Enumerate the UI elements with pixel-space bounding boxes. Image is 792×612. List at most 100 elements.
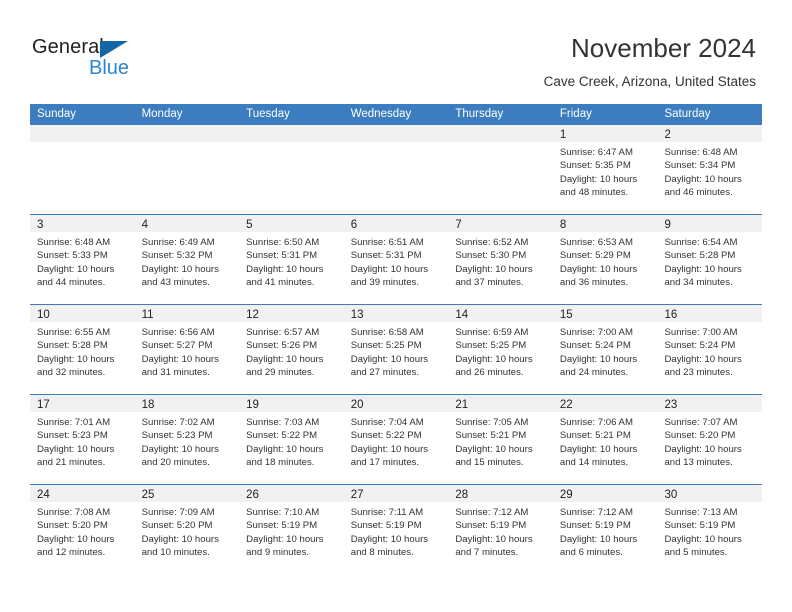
day-detail-line: Sunset: 5:22 PM [350,430,422,442]
day-detail-line: Sunrise: 7:10 AM [246,507,320,518]
day-detail-line: Daylight: 10 hours [559,533,638,545]
calendar-week-row: 1 Sunrise: 6:47 AM Sunset: 5:35 PM Daylight… [30,125,763,215]
day-details: Sunrise: 6:58 AM Sunset: 5:25 PM Daylight:… [344,322,449,380]
day-details: Sunrise: 6:52 AM Sunset: 5:30 PM Daylight:… [448,232,553,290]
day-detail-line: Sunset: 5:30 PM [455,250,527,262]
day-detail-line: Sunrise: 6:53 AM [559,237,633,248]
day-detail-line: Sunset: 5:25 PM [350,340,422,352]
day-number: 14 [455,309,469,321]
calendar-day-cell[interactable]: 13 Sunrise: 6:58 AM Sunset: 5:25 PM Dayligh… [343,305,449,394]
day-details: Sunrise: 6:53 AM Sunset: 5:29 PM Daylight:… [553,232,658,290]
calendar-day-cell[interactable]: 23 Sunrise: 7:07 AM Sunset: 5:20 PM Dayligh… [657,395,763,484]
calendar-cell-empty [448,125,553,214]
day-number-band: 18 [134,395,240,412]
calendar-day-cell[interactable]: 24 Sunrise: 7:08 AM Sunset: 5:20 PM Dayligh… [30,485,135,575]
day-detail-line: Daylight: 10 hours [246,263,324,275]
calendar-day-cell[interactable]: 5 Sunrise: 6:50 AM Sunset: 5:31 PM Daylight… [239,215,344,304]
day-number-band: 25 [134,485,240,502]
calendar-day-cell[interactable]: 8 Sunrise: 6:53 AM Sunset: 5:29 PM Daylight… [552,215,658,304]
day-detail-line: and 10 minutes. [141,547,210,559]
calendar-day-cell[interactable]: 11 Sunrise: 6:56 AM Sunset: 5:27 PM Dayligh… [134,305,240,394]
day-detail-line: Sunrise: 7:02 AM [141,417,215,428]
day-number-band: 6 [343,215,449,232]
calendar-cell-empty [343,125,449,214]
calendar-day-cell[interactable]: 12 Sunrise: 6:57 AM Sunset: 5:26 PM Dayligh… [239,305,344,394]
day-detail-line: Sunrise: 7:05 AM [455,417,529,428]
calendar-day-cell[interactable]: 25 Sunrise: 7:09 AM Sunset: 5:20 PM Dayligh… [134,485,240,575]
calendar-day-cell[interactable]: 3 Sunrise: 6:48 AM Sunset: 5:33 PM Daylight… [30,215,135,304]
day-detail-line: Sunrise: 7:12 AM [455,507,529,518]
day-number-band: 10 [30,305,135,322]
day-detail-line: Daylight: 10 hours [37,263,115,275]
logo-text-general: General [32,36,104,58]
calendar-day-cell[interactable]: 28 Sunrise: 7:12 AM Sunset: 5:19 PM Dayligh… [448,485,553,575]
day-of-week-thursday: Thursday [455,108,504,120]
calendar-day-cell[interactable]: 21 Sunrise: 7:05 AM Sunset: 5:21 PM Dayligh… [448,395,553,484]
page-header: General Blue November 2024 Cave Creek, A… [0,0,792,104]
day-number-band: 2 [657,125,763,142]
day-detail-line: Sunset: 5:20 PM [37,520,108,532]
day-detail-line: Sunrise: 6:47 AM [559,147,633,158]
calendar-day-cell[interactable]: 30 Sunrise: 7:13 AM Sunset: 5:19 PM Dayligh… [657,485,763,575]
day-detail-line: Sunrise: 6:51 AM [350,237,424,248]
day-detail-line: and 7 minutes. [455,547,519,559]
calendar-day-cell[interactable]: 7 Sunrise: 6:52 AM Sunset: 5:30 PM Daylight… [448,215,553,304]
day-number-band: 16 [657,305,763,322]
calendar-day-cell[interactable]: 20 Sunrise: 7:04 AM Sunset: 5:22 PM Dayligh… [343,395,449,484]
day-detail-line: and 32 minutes. [37,367,106,379]
day-number-band: 21 [448,395,553,412]
day-detail-line: Sunset: 5:24 PM [664,340,736,352]
calendar-day-cell[interactable]: 17 Sunrise: 7:01 AM Sunset: 5:23 PM Dayligh… [30,395,135,484]
day-details: Sunrise: 7:06 AM Sunset: 5:21 PM Daylight:… [553,412,658,470]
calendar-day-cell[interactable]: 27 Sunrise: 7:11 AM Sunset: 5:19 PM Dayligh… [343,485,449,575]
calendar-day-cell[interactable]: 29 Sunrise: 7:12 AM Sunset: 5:19 PM Dayligh… [552,485,658,575]
day-number: 24 [37,489,50,501]
day-detail-line: Daylight: 10 hours [141,443,219,455]
day-detail-line: and 46 minutes. [664,187,733,199]
calendar-day-cell[interactable]: 15 Sunrise: 7:00 AM Sunset: 5:24 PM Dayligh… [552,305,658,394]
calendar-day-cell[interactable]: 6 Sunrise: 6:51 AM Sunset: 5:31 PM Daylight… [343,215,449,304]
day-number: 2 [664,129,671,141]
day-detail-line: and 17 minutes. [350,457,420,469]
day-number-band [30,125,135,142]
calendar-day-cell[interactable]: 18 Sunrise: 7:02 AM Sunset: 5:23 PM Dayligh… [134,395,240,484]
calendar-day-cell[interactable]: 9 Sunrise: 6:54 AM Sunset: 5:28 PM Daylight… [657,215,763,304]
calendar-day-cell[interactable]: 22 Sunrise: 7:06 AM Sunset: 5:21 PM Dayligh… [552,395,658,484]
day-detail-line: and 43 minutes. [141,277,210,289]
calendar-day-cell[interactable]: 2 Sunrise: 6:48 AM Sunset: 5:34 PM Daylight… [657,125,763,214]
day-detail-line: Sunrise: 7:08 AM [37,507,111,518]
day-detail-line: Daylight: 10 hours [246,443,324,455]
day-detail-line: and 26 minutes. [455,367,524,379]
calendar-day-cell[interactable]: 16 Sunrise: 7:00 AM Sunset: 5:24 PM Dayligh… [657,305,763,394]
day-number: 23 [664,399,678,411]
day-details [239,142,344,146]
day-detail-line: Sunrise: 6:55 AM [37,327,111,338]
general-blue-logo[interactable]: General Blue [32,36,172,84]
calendar-day-cell[interactable]: 19 Sunrise: 7:03 AM Sunset: 5:22 PM Dayligh… [239,395,344,484]
calendar-day-cell[interactable]: 14 Sunrise: 6:59 AM Sunset: 5:25 PM Dayligh… [448,305,553,394]
day-detail-line: and 24 minutes. [559,367,629,379]
calendar-week-row: 17 Sunrise: 7:01 AM Sunset: 5:23 PM Dayligh… [30,395,763,485]
day-detail-line: Sunset: 5:25 PM [455,340,527,352]
day-of-week-header: Sunday Monday Tuesday Wednesday Thursday Frid… [30,104,762,125]
day-number: 8 [559,219,567,231]
day-detail-line: and 41 minutes. [246,277,315,289]
calendar-day-cell[interactable]: 4 Sunrise: 6:49 AM Sunset: 5:32 PM Daylight… [134,215,240,304]
day-details: Sunrise: 6:47 AM Sunset: 5:35 PM Daylight:… [553,142,658,200]
day-number: 22 [559,399,573,411]
day-number-band: 15 [552,305,658,322]
calendar-page: General Blue November 2024 Cave Creek, A… [0,0,792,612]
day-of-week-friday: Friday [559,108,592,120]
calendar-day-cell[interactable]: 10 Sunrise: 6:55 AM Sunset: 5:28 PM Dayligh… [30,305,135,394]
day-number-band: 27 [343,485,449,502]
day-detail-line: Daylight: 10 hours [141,263,219,275]
day-of-week-wednesday: Wednesday [350,108,412,120]
day-number-band [239,125,344,142]
day-detail-line: Sunrise: 7:11 AM [350,507,424,518]
calendar-day-cell[interactable]: 1 Sunrise: 6:47 AM Sunset: 5:35 PM Daylight… [552,125,658,214]
day-detail-line: Sunset: 5:28 PM [664,250,736,262]
day-detail-line: Sunrise: 6:57 AM [246,327,320,338]
day-number: 28 [455,489,469,501]
calendar-day-cell[interactable]: 26 Sunrise: 7:10 AM Sunset: 5:19 PM Dayligh… [239,485,344,575]
day-details [344,142,449,146]
